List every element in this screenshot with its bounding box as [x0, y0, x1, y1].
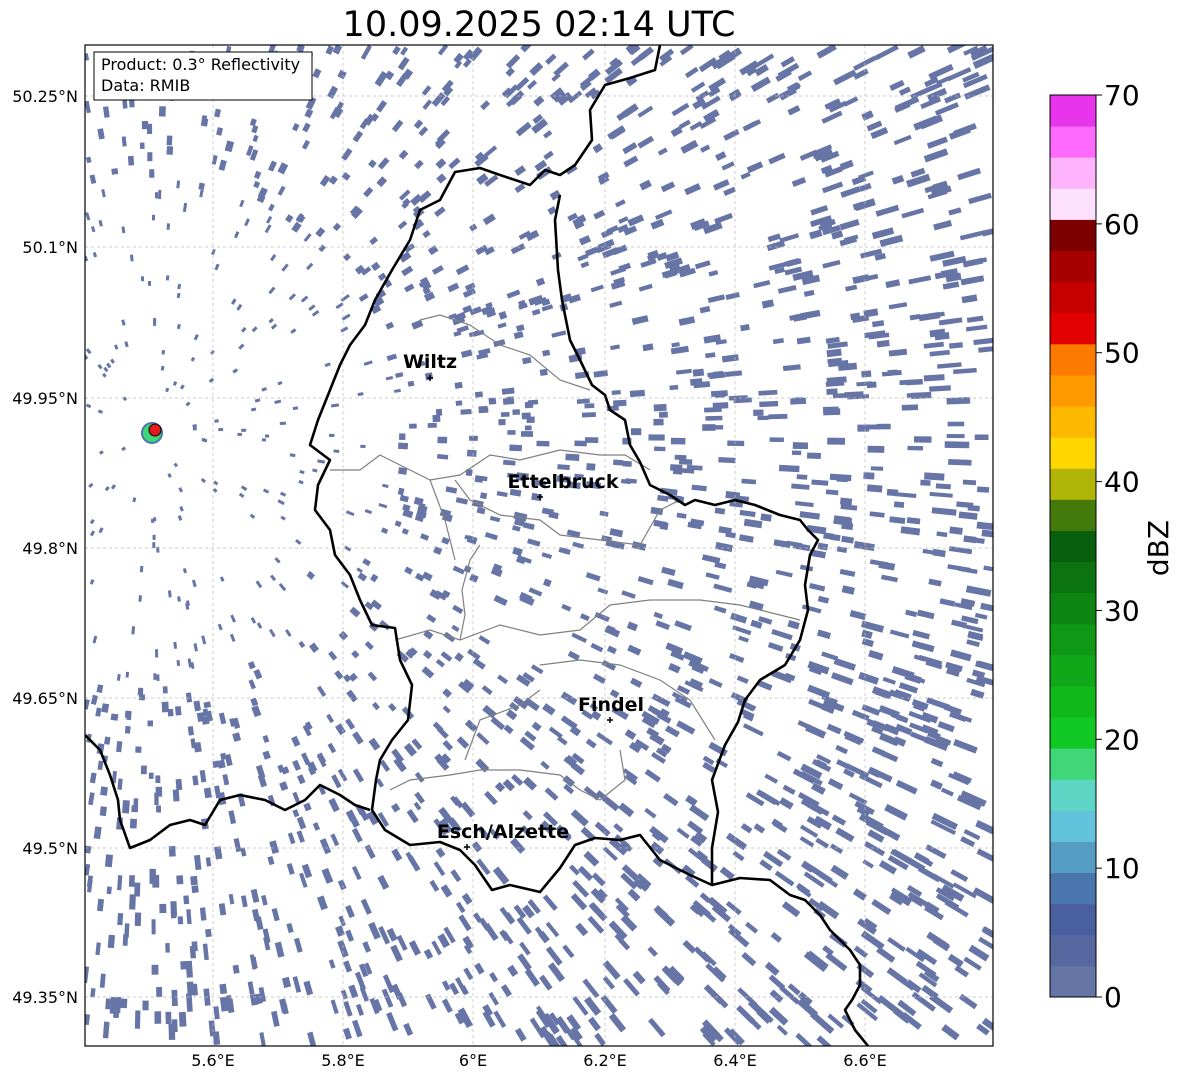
colorbar-label: dBZ — [1142, 520, 1175, 576]
colorbar-cell — [1050, 654, 1096, 687]
colorbar-cell — [1050, 530, 1096, 563]
colorbar-cell — [1050, 219, 1096, 252]
colorbar-cell — [1050, 437, 1096, 469]
colorbar-cell — [1050, 126, 1096, 158]
colorbar-cell — [1050, 903, 1096, 936]
colorbar-cell — [1050, 965, 1096, 998]
colorbar-cell — [1050, 748, 1096, 780]
colorbar-tick-label: 0 — [1104, 981, 1122, 1014]
colorbar-cell — [1050, 841, 1096, 874]
colorbar-cell — [1050, 312, 1096, 345]
colorbar-cell — [1050, 157, 1096, 189]
colorbar-tick-label: 10 — [1104, 852, 1140, 885]
colorbar-cells — [1050, 95, 1096, 998]
colorbar-tick-label: 20 — [1104, 723, 1140, 756]
colorbar-tick-label: 30 — [1104, 594, 1140, 627]
colorbar-cell — [1050, 499, 1096, 531]
colorbar-cell — [1050, 779, 1096, 811]
colorbar-tick-label: 50 — [1104, 337, 1140, 370]
colorbar-cell — [1050, 685, 1096, 718]
colorbar-cell — [1050, 95, 1096, 127]
colorbar-cell — [1050, 250, 1096, 283]
colorbar-cell — [1050, 468, 1096, 500]
colorbar-cell — [1050, 374, 1096, 407]
colorbar: 0 10 20 30 40 50 60 70 dBZ — [1049, 79, 1175, 1014]
colorbar-cell — [1050, 934, 1096, 967]
colorbar-cell — [1050, 810, 1096, 842]
colorbar-cell — [1050, 561, 1096, 594]
colorbar-tick-label: 60 — [1104, 208, 1140, 241]
colorbar-tick-label: 70 — [1104, 79, 1140, 112]
colorbar-cell — [1050, 623, 1096, 656]
colorbar-cell — [1050, 281, 1096, 314]
colorbar-cell — [1050, 592, 1096, 625]
colorbar-cell — [1050, 872, 1096, 905]
colorbar-ticks: 0 10 20 30 40 50 60 70 — [1096, 79, 1140, 1014]
colorbar-cell — [1050, 406, 1096, 438]
colorbar-cell — [1050, 343, 1096, 376]
colorbar-cell — [1050, 188, 1096, 220]
colorbar-cell — [1050, 717, 1096, 749]
colorbar-tick-label: 40 — [1104, 466, 1140, 499]
